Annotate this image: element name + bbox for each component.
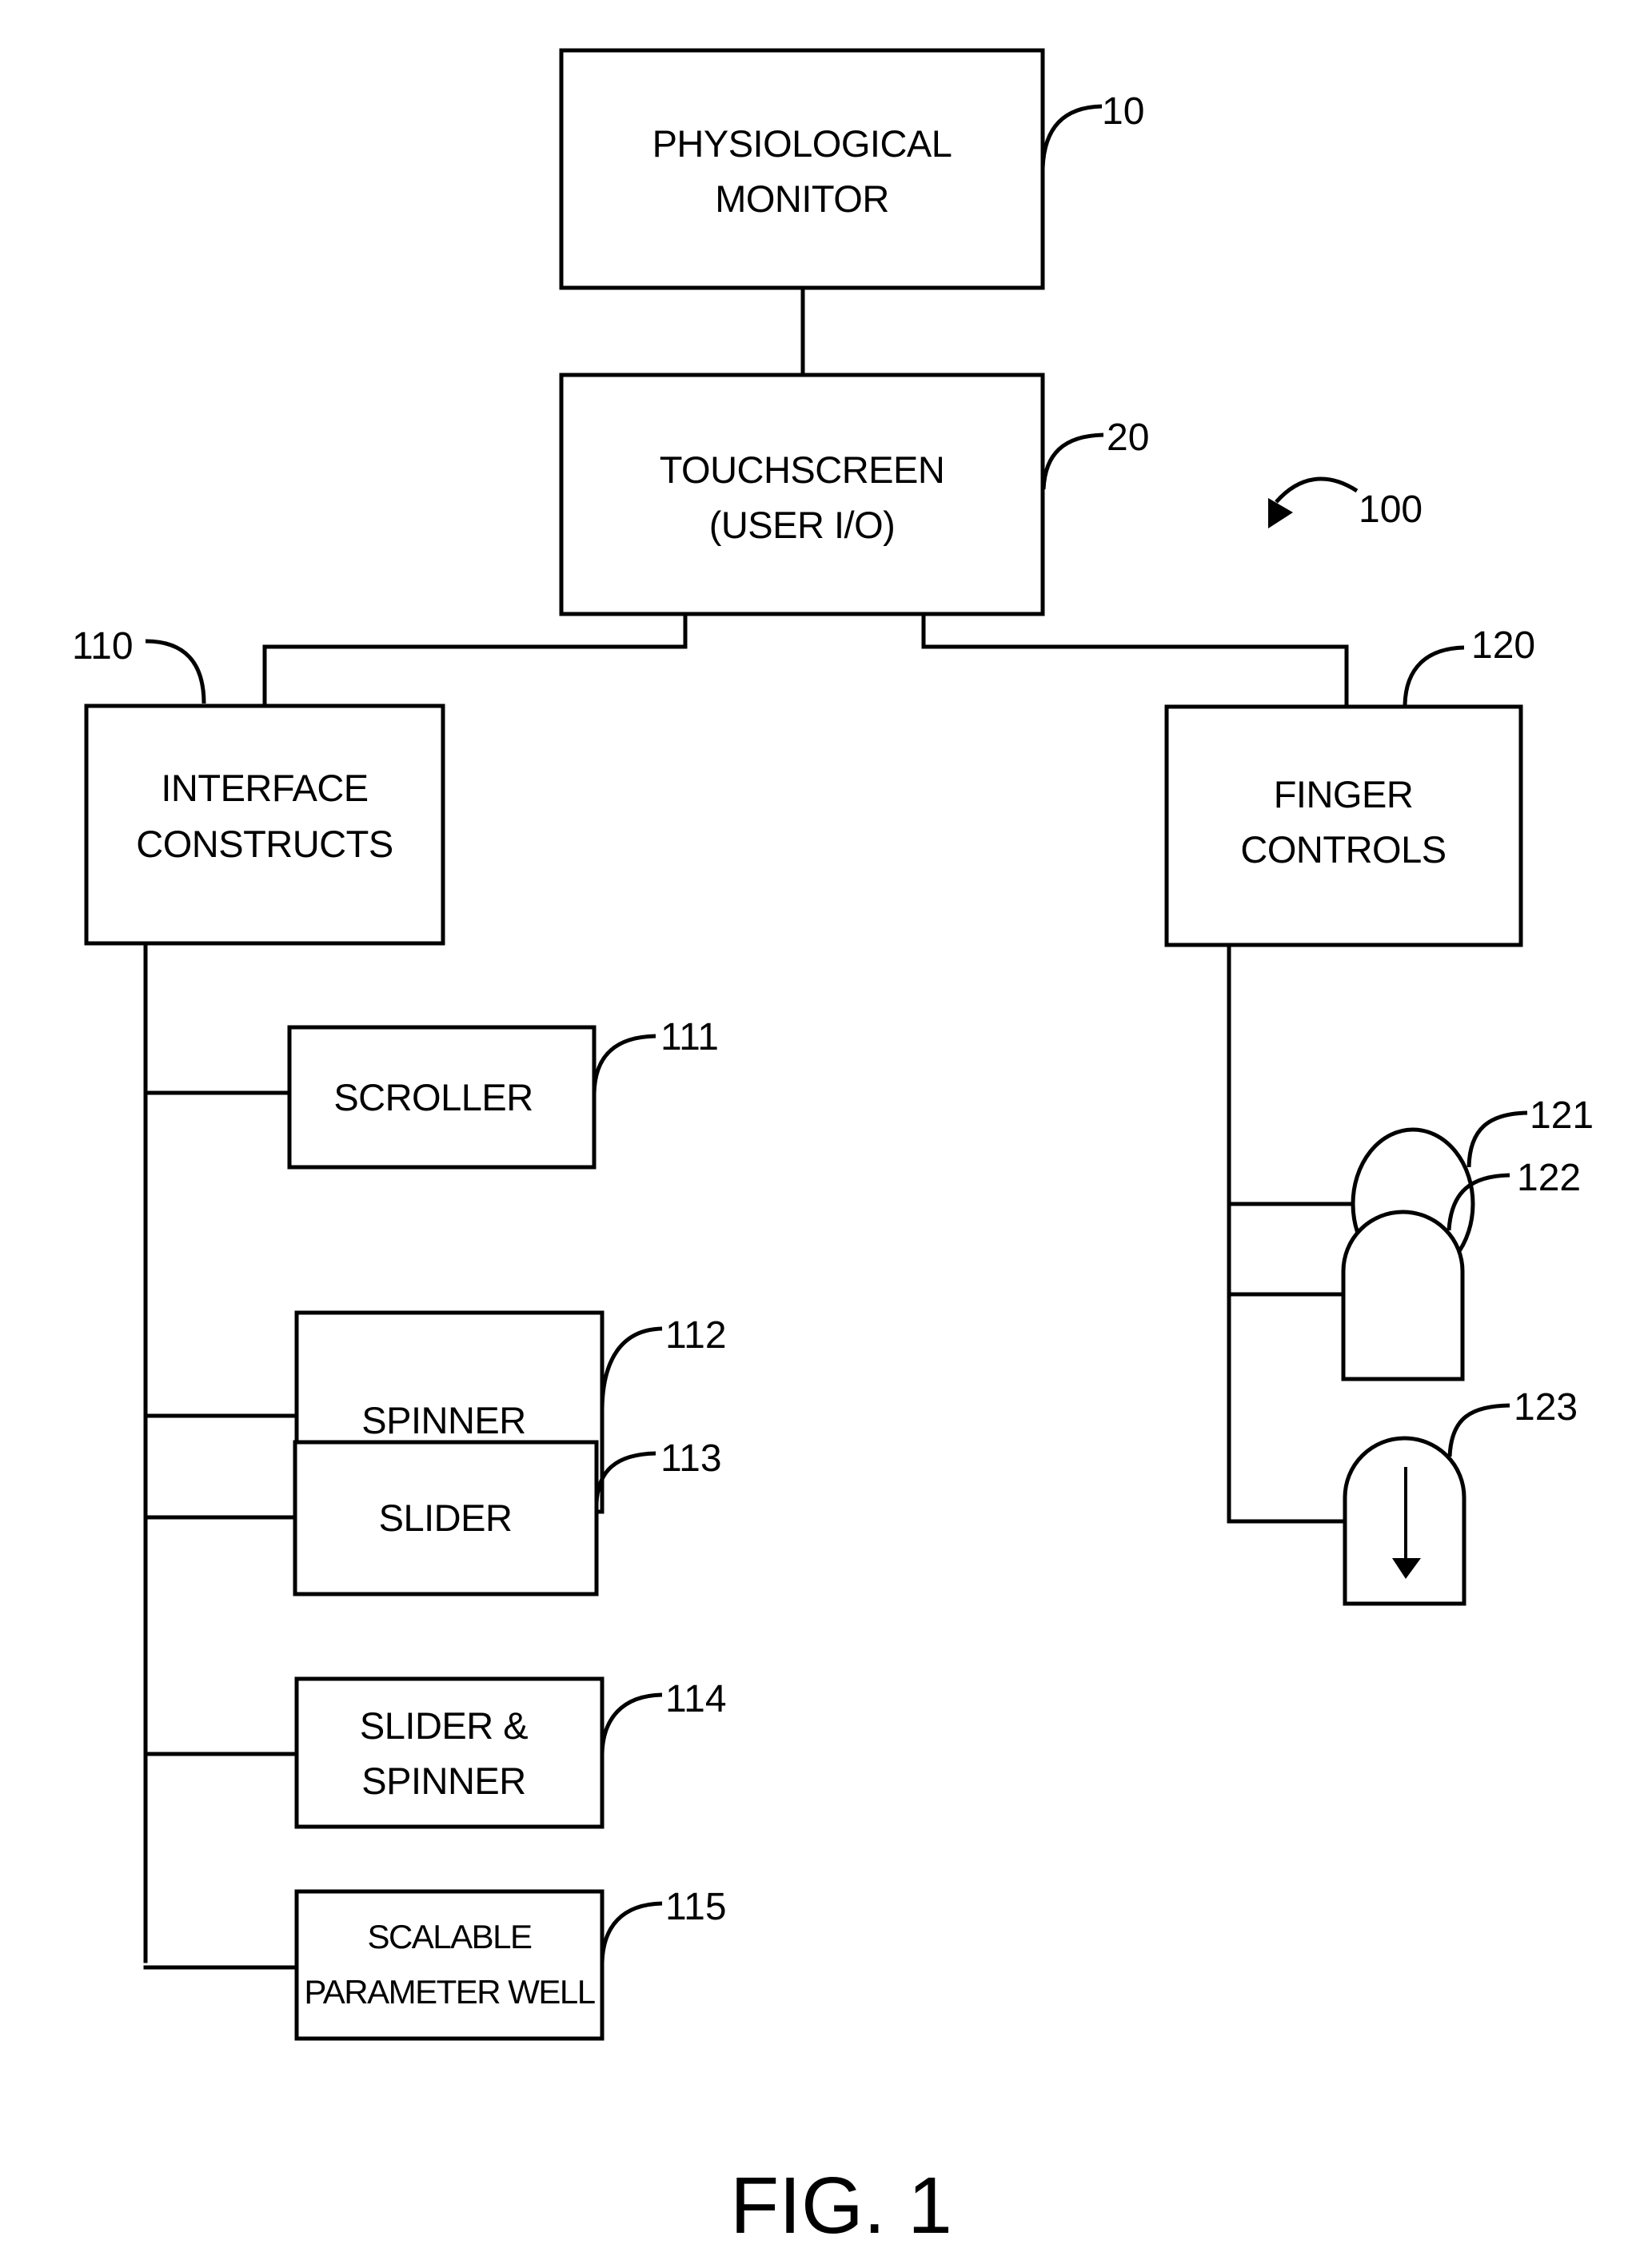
tab-control-icon	[1341, 1210, 1465, 1381]
finger-control-tab-arrow: 123	[1227, 1386, 1578, 1606]
interface-constructs-label-line2: CONSTRUCTS	[136, 823, 393, 865]
ref-label-121: 121	[1530, 1094, 1594, 1137]
scalable-parameter-well-label-line2: PARAMETER WELL	[304, 1973, 594, 2011]
ref-label-122: 122	[1517, 1157, 1581, 1199]
ref-label-120: 120	[1471, 624, 1535, 667]
ref-leader-111	[592, 1034, 656, 1094]
finger-controls-label-line1: FINGER	[1274, 773, 1414, 815]
ref-label-123: 123	[1514, 1386, 1578, 1429]
construct-scalable-parameter-well: SCALABLE PARAMETER WELL 115	[143, 1886, 727, 2041]
ref-leader-115	[600, 1901, 663, 1964]
block-diagram: PHYSIOLOGICAL MONITOR 10 TOUCHSCREEN (US…	[72, 48, 1594, 2250]
ref-leader-113	[594, 1451, 656, 1504]
ref-leader-112	[600, 1326, 663, 1409]
ref-leader-123	[1447, 1403, 1510, 1457]
interface-constructs-node: INTERFACE CONSTRUCTS 110	[72, 625, 445, 946]
physiological-monitor-label-line1: PHYSIOLOGICAL	[652, 122, 952, 165]
touchscreen-node: TOUCHSCREEN (USER I/O) 20	[559, 373, 1149, 616]
interface-constructs-label-line1: INTERFACE	[161, 767, 368, 809]
touchscreen-label-line1: TOUCHSCREEN	[660, 448, 945, 491]
touchscreen-label-line2: (USER I/O)	[709, 504, 896, 546]
construct-slider-and-spinner: SLIDER & SPINNER 114	[143, 1676, 727, 1829]
scalable-parameter-well-box	[294, 1889, 605, 2041]
ref-leader-110	[145, 639, 206, 704]
ref-leader-20	[1041, 432, 1104, 490]
scalable-parameter-well-label-line1: SCALABLE	[367, 1918, 532, 1955]
physiological-monitor-box	[559, 48, 1045, 290]
physiological-monitor-node: PHYSIOLOGICAL MONITOR 10	[559, 48, 1144, 290]
connector-touchscreen-finger-controls	[921, 612, 1349, 709]
slider-label: SLIDER	[379, 1497, 513, 1539]
finger-controls-label-line2: CONTROLS	[1240, 828, 1446, 871]
system-ref-arrow-curve	[1275, 476, 1359, 504]
connector-touchscreen-interface-constructs	[262, 612, 688, 708]
finger-controls-node: FINGER CONTROLS 120	[1164, 624, 1535, 947]
slider-and-spinner-label-line2: SPINNER	[361, 1760, 525, 1802]
finger-controls-box	[1164, 704, 1523, 947]
ref-label-111: 111	[660, 1016, 719, 1058]
ref-leader-10	[1040, 104, 1103, 169]
construct-slider: SLIDER 113	[143, 1437, 722, 1596]
ref-label-113: 113	[660, 1437, 722, 1480]
spinner-label: SPINNER	[361, 1399, 525, 1441]
ref-label-110: 110	[72, 625, 134, 668]
ref-label-10: 10	[1102, 90, 1144, 133]
system-reference: 100	[1268, 476, 1423, 531]
physiological-monitor-label-line2: MONITOR	[715, 177, 889, 220]
ref-label-115: 115	[665, 1886, 727, 1928]
ref-leader-114	[600, 1692, 663, 1755]
ref-label-114: 114	[665, 1678, 727, 1720]
system-ref-arrowhead-icon	[1268, 498, 1293, 528]
slider-and-spinner-box	[294, 1676, 605, 1829]
slider-and-spinner-label-line1: SLIDER &	[360, 1704, 528, 1747]
ref-leader-120	[1403, 645, 1465, 706]
scroller-label: SCROLLER	[333, 1076, 533, 1118]
touchscreen-box	[559, 373, 1045, 616]
ref-label-112: 112	[665, 1314, 727, 1357]
construct-scroller: SCROLLER 111	[143, 1016, 719, 1170]
ref-label-20: 20	[1107, 417, 1149, 459]
figure-caption: FIG. 1	[730, 2161, 952, 2250]
ref-label-100: 100	[1359, 488, 1423, 531]
